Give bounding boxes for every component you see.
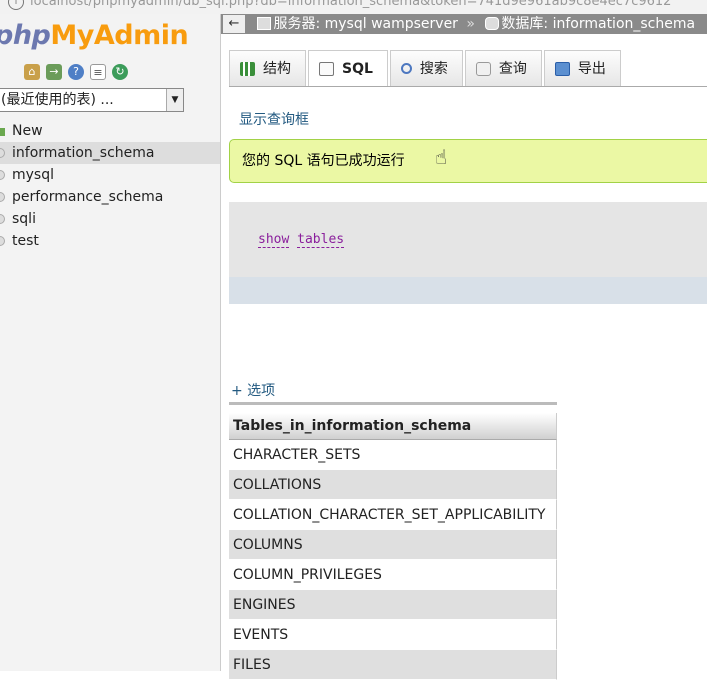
recent-tables-select[interactable]: (最近使用的表) ... ▼ [0,88,184,112]
table-top-border [229,402,557,413]
tab-bar: 结构 SQL 搜索 查询 导出 [229,50,707,87]
tab-search[interactable]: 搜索 [389,50,463,86]
main-content: ← 服务器: mysql wampserver » 数据库: informati… [221,14,707,680]
tree-item-mysql[interactable]: mysql [0,164,220,186]
database-tree: New information_schema mysql performance… [0,120,220,252]
results-table: Tables_in_information_schema CHARACTER_S… [229,402,557,680]
chevron-down-icon[interactable]: ▼ [166,89,183,111]
sql-icon [319,61,334,76]
exit-icon[interactable]: → [46,64,62,80]
table-row[interactable]: FILES [229,650,557,680]
search-icon [400,63,412,74]
sql-keyword-tables[interactable]: tables [297,232,345,248]
home-icon[interactable]: ⌂ [24,64,40,80]
reload-icon[interactable]: ↻ [112,64,128,80]
breadcrumb-server[interactable]: 服务器: mysql wampserver [273,16,457,32]
sql-code: show tables [258,232,345,248]
browser-address-bar[interactable]: i localhost/phpmyadmin/db_sql.php?db=inf… [0,0,707,15]
navigation-panel: phpMyAdmin ⌂ → ? ≡ ↻ (最近使用的表) ... ▼ New … [0,14,221,671]
table-row[interactable]: CHARACTER_SETS [229,440,557,470]
table-row[interactable]: ENGINES [229,590,557,620]
table-row[interactable]: COLUMNS [229,530,557,560]
tab-label: 导出 [577,60,606,77]
help-icon[interactable]: ? [68,64,84,80]
docs-icon[interactable]: ≡ [90,64,106,80]
database-icon [0,148,5,158]
tree-item-information-schema[interactable]: information_schema [0,142,220,164]
url-text[interactable]: localhost/phpmyadmin/db_sql.php?db=infor… [30,0,671,9]
server-icon [257,16,272,30]
tab-label: 搜索 [419,60,448,77]
show-query-box-link[interactable]: 显示查询框 [239,109,309,129]
tab-structure[interactable]: 结构 [229,50,306,86]
table-row[interactable]: COLLATION_CHARACTER_SET_APPLICABILITY [229,500,557,530]
new-icon [0,128,5,136]
tree-item-sqli[interactable]: sqli [0,208,220,230]
query-icon [475,61,491,76]
phpmyadmin-logo[interactable]: phpMyAdmin [0,20,189,51]
tree-item-label: performance_schema [12,189,164,205]
tree-item-performance-schema[interactable]: performance_schema [0,186,220,208]
database-icon [485,16,500,30]
table-row[interactable]: EVENTS [229,620,557,650]
table-row[interactable]: COLUMN_PRIVILEGES [229,560,557,590]
structure-icon [240,61,255,76]
tab-label: SQL [342,60,373,77]
success-message: 您的 SQL 语句已成功运行 ☝ [229,139,707,183]
column-header[interactable]: Tables_in_information_schema [229,413,557,440]
nav-icon-bar: ⌂ → ? ≡ ↻ [24,64,128,80]
table-row[interactable]: COLLATIONS [229,470,557,500]
tree-item-label: test [12,233,39,249]
database-icon [0,236,5,246]
tab-label: 查询 [498,60,527,77]
tree-item-new[interactable]: New [0,120,220,142]
sql-box-footer [229,277,707,304]
database-icon [0,214,5,224]
sql-keyword-show[interactable]: show [258,232,290,248]
database-icon [0,192,5,202]
back-arrow-icon[interactable]: ← [223,15,245,33]
breadcrumb: ← 服务器: mysql wampserver » 数据库: informati… [221,14,707,34]
tree-item-label: mysql [12,167,54,183]
tab-label: 结构 [263,60,291,77]
info-icon[interactable]: i [8,0,24,10]
sql-query-box: show tables [229,202,707,304]
recent-tables-value: (最近使用的表) ... [1,92,114,108]
tree-item-label: information_schema [12,145,155,161]
tab-export[interactable]: 导出 [543,50,621,86]
tree-item-label: New [12,123,43,139]
tree-item-label: sqli [12,211,36,227]
tree-item-test[interactable]: test [0,230,220,252]
success-text: 您的 SQL 语句已成功运行 [242,153,405,169]
options-link[interactable]: + 选项 [231,380,275,400]
tab-sql[interactable]: SQL [308,50,388,86]
hand-cursor-icon: ☝ [435,145,448,169]
breadcrumb-separator: » [466,16,475,32]
breadcrumb-database[interactable]: 数据库: information_schema [501,16,695,32]
database-icon [0,170,5,180]
export-icon [554,61,570,76]
tab-query[interactable]: 查询 [464,50,542,86]
